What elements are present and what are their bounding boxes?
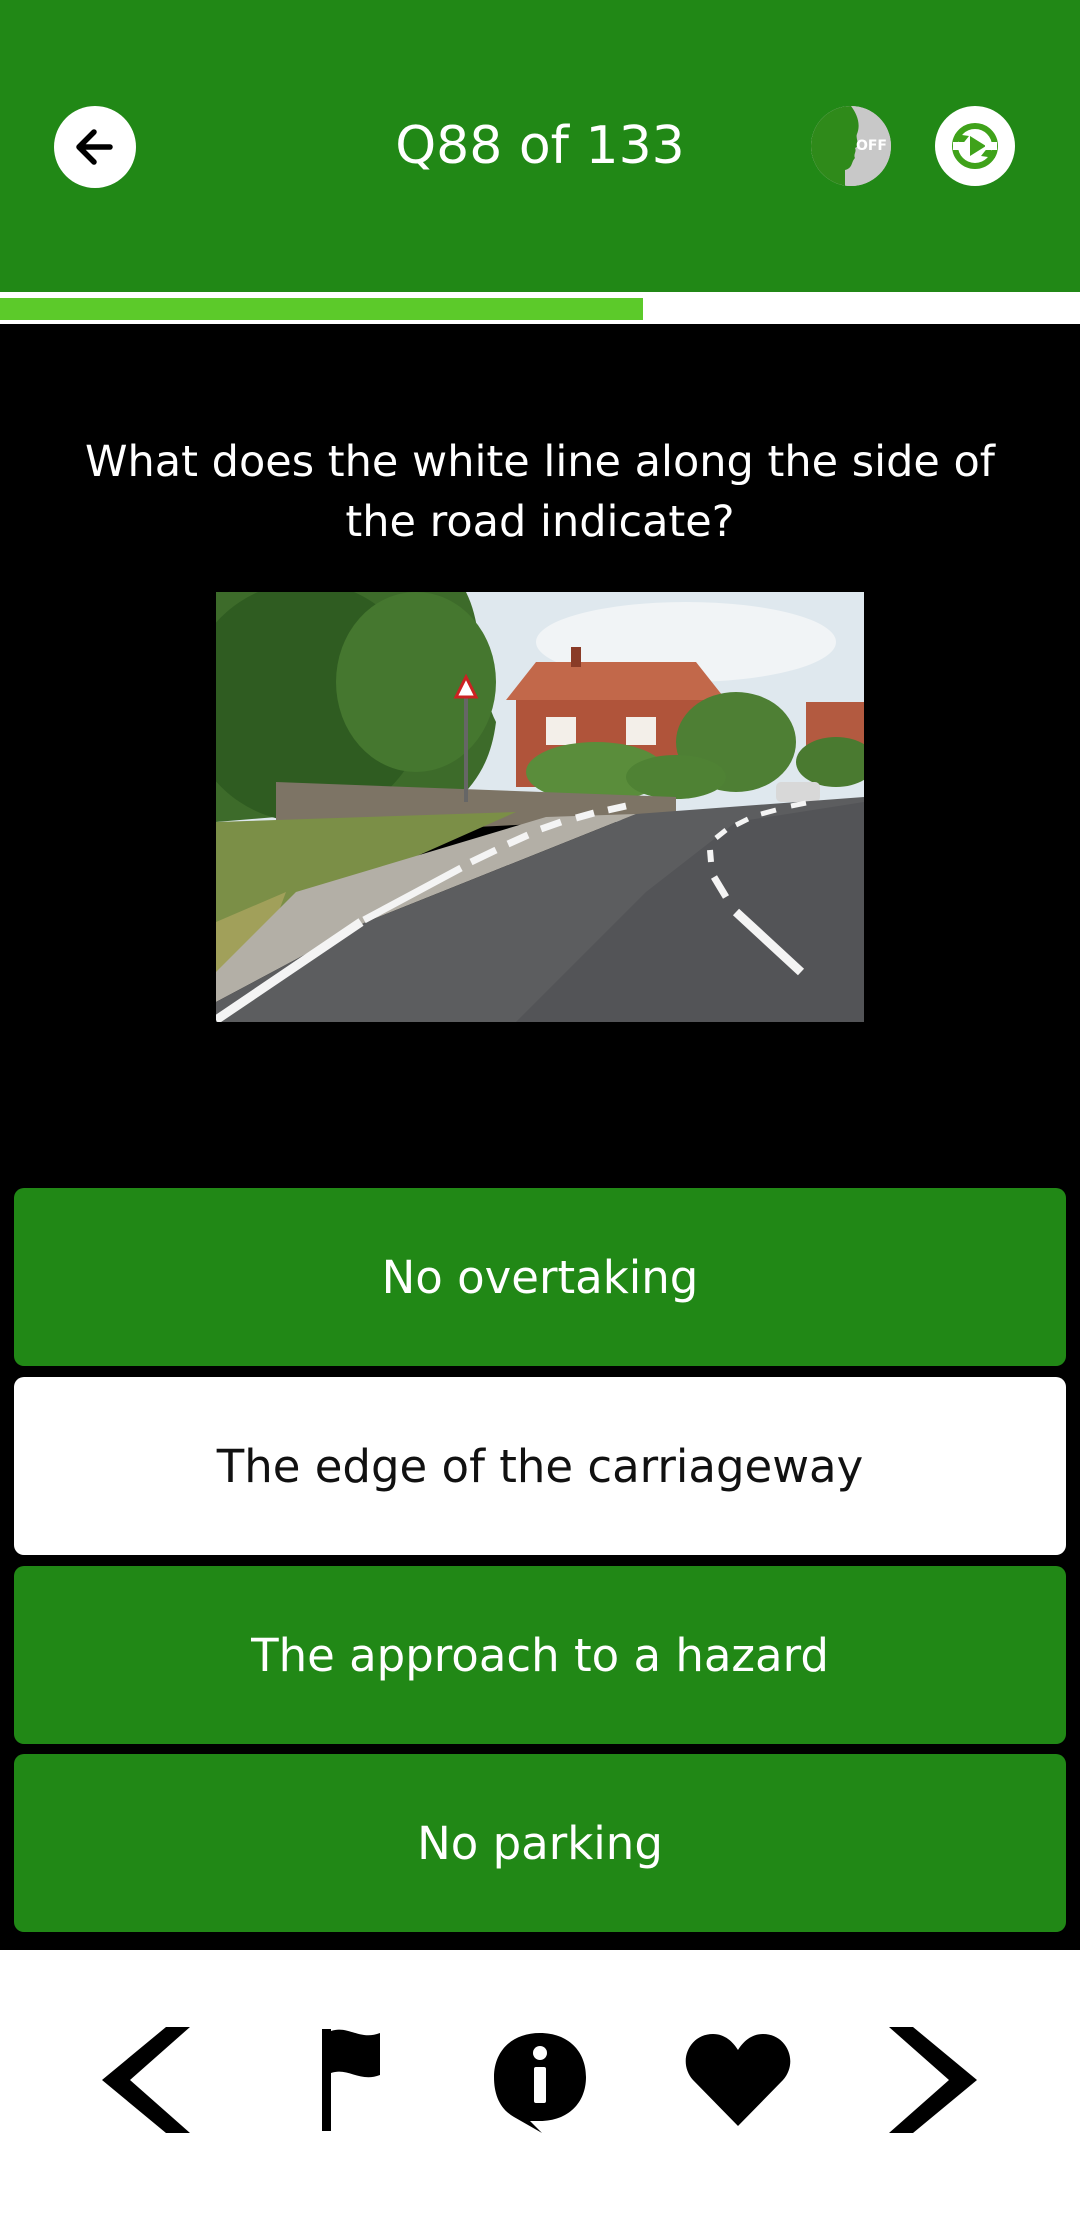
next-button[interactable]	[880, 2025, 990, 2135]
progress-bar	[0, 292, 1080, 324]
heart-icon	[685, 2034, 791, 2126]
answer-label: The edge of the carriageway	[216, 1439, 864, 1493]
voice-toggle-state: OFF	[855, 138, 887, 154]
refresh-play-icon	[952, 123, 998, 169]
answer-label: No overtaking	[381, 1250, 699, 1304]
page-title: Q88 of 133	[395, 116, 685, 176]
favourite-button[interactable]	[683, 2025, 793, 2135]
previous-button[interactable]	[89, 2025, 199, 2135]
header-bar: Q88 of 133 OFF	[0, 0, 1080, 292]
info-button[interactable]	[485, 2025, 595, 2135]
answer-option-3[interactable]: The approach to a hazard	[14, 1566, 1066, 1744]
answer-label: No parking	[417, 1816, 663, 1870]
answer-label: The approach to a hazard	[251, 1628, 829, 1682]
flag-button[interactable]	[293, 2025, 403, 2135]
answer-option-1[interactable]: No overtaking	[14, 1188, 1066, 1366]
answer-option-2[interactable]: The edge of the carriageway	[14, 1377, 1066, 1555]
voice-toggle[interactable]: OFF	[811, 106, 891, 186]
question-text: What does the white line along the side …	[85, 437, 995, 547]
quiz-screen: Q88 of 133 OFF What does the white line …	[0, 0, 1080, 2220]
answer-option-4[interactable]: No parking	[14, 1754, 1066, 1932]
progress-fill	[0, 298, 644, 320]
info-icon	[494, 2033, 586, 2133]
refresh-button[interactable]	[935, 106, 1015, 186]
chevron-left-icon	[102, 2027, 190, 2133]
chevron-right-icon	[889, 2027, 977, 2133]
flag-icon	[322, 2029, 380, 2131]
question-image	[216, 592, 864, 1022]
